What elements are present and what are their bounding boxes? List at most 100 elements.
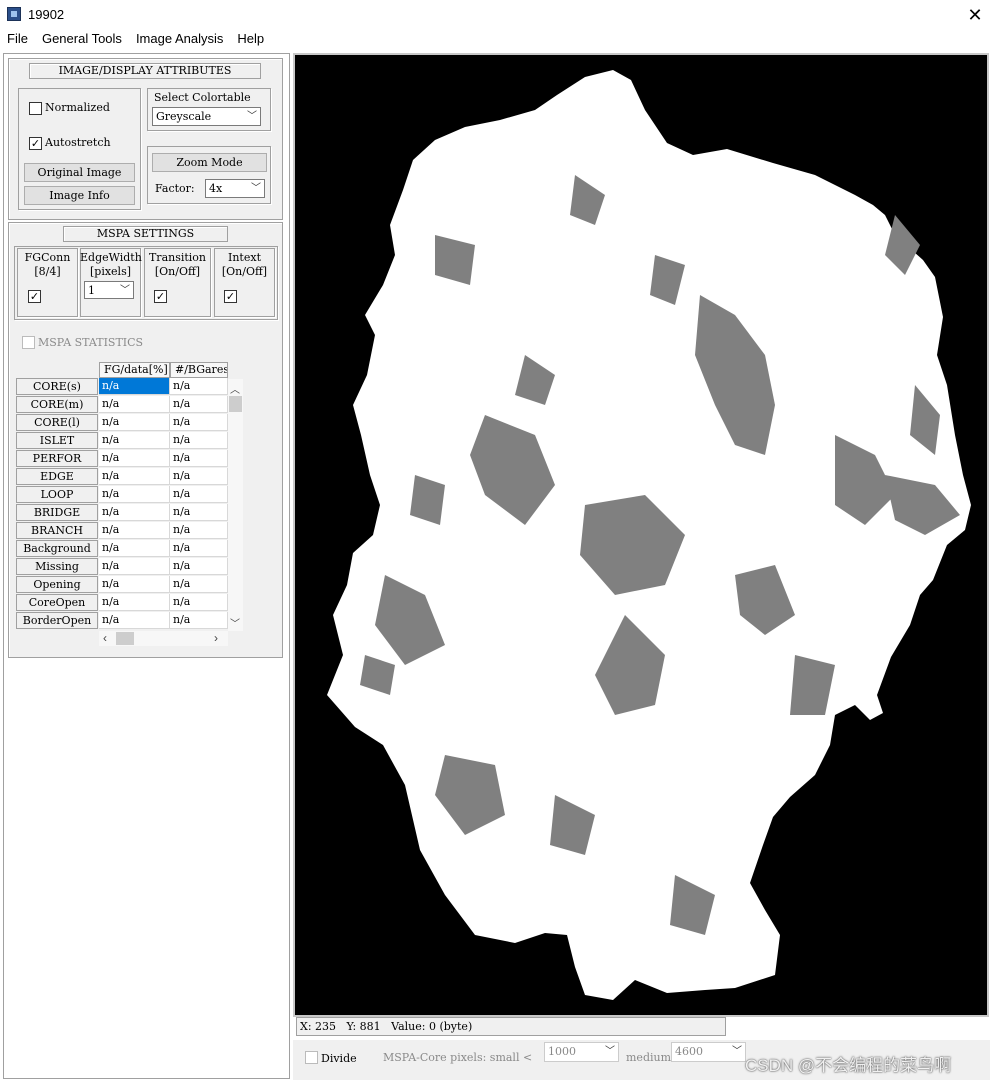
table-cell[interactable]: n/a [99,576,170,593]
x-label: X: [300,1020,312,1033]
autostretch-checkbox[interactable]: ✓ [29,137,42,150]
table-cell[interactable]: n/a [170,450,228,467]
table-cell[interactable]: n/a [99,468,170,485]
row-header: LOOP [16,486,98,503]
fgconn-label-line2: [8/4] [34,265,61,278]
pixel-value: 0 (byte) [428,1020,473,1033]
mspa-statistics-checkbox[interactable] [22,336,35,349]
chevron-down-icon[interactable]: ﹀ [230,615,240,630]
row-header: ISLET [16,432,98,449]
edgewidth-value: 1 [88,284,95,297]
menu-general-tools[interactable]: General Tools [35,30,129,50]
mspa-statistics-label: MSPA STATISTICS [38,336,144,349]
edgewidth-label: EdgeWidth [pixels] [80,251,142,279]
table-cell[interactable]: n/a [170,378,228,395]
table-cell[interactable]: n/a [170,540,228,557]
check-icon: ✓ [155,290,166,303]
table-horizontal-scrollbar[interactable]: ‹ › [99,631,228,646]
normalized-checkbox[interactable] [29,102,42,115]
zoom-mode-button[interactable]: Zoom Mode [152,153,267,172]
original-image-button[interactable]: Original Image [24,163,135,182]
transition-label-line2: [On/Off] [154,265,201,278]
chevron-down-icon: ﹀ [251,183,261,194]
table-cell[interactable]: n/a [99,540,170,557]
check-icon: ✓ [30,137,41,150]
table-cell[interactable]: n/a [99,450,170,467]
mspa-settings-header: MSPA SETTINGS [63,226,228,242]
table-cell[interactable]: n/a [170,594,228,611]
table-cell[interactable]: n/a [99,558,170,575]
menu-image-analysis[interactable]: Image Analysis [129,30,230,50]
watermark: CSDN @不会编程的菜鸟啊 [745,1056,952,1075]
display-attributes-header: IMAGE/DISPLAY ATTRIBUTES [29,63,261,79]
forest-map-image[interactable] [295,55,987,1015]
table-cell[interactable]: n/a [99,396,170,413]
window-title: 19902 [28,7,65,22]
horizontal-scroll-thumb[interactable] [116,632,134,645]
table-cell[interactable]: n/a [99,504,170,521]
table-cell[interactable]: n/a [170,486,228,503]
divide-checkbox[interactable] [305,1051,318,1064]
intext-label-line2: [On/Off] [221,265,268,278]
chevron-right-icon[interactable]: › [214,631,218,645]
intext-label: Intext [On/Off] [214,251,275,279]
fgconn-label: FGConn [8/4] [17,251,78,279]
chevron-down-icon: ﹀ [605,1046,615,1057]
menu-file[interactable]: File [0,30,35,50]
table-cell[interactable]: n/a [170,468,228,485]
table-cell[interactable]: n/a [170,522,228,539]
row-header: CORE(s) [16,378,98,395]
table-cell[interactable]: n/a [170,558,228,575]
colortable-select[interactable]: Greyscale ﹀ [152,107,261,126]
menu-help[interactable]: Help [230,30,271,50]
table-cell[interactable]: n/a [99,378,170,395]
chevron-up-icon[interactable]: ︿ [230,381,240,396]
intext-checkbox[interactable]: ✓ [224,290,237,303]
column-header-fg-data[interactable]: FG/data[%] [99,362,170,378]
transition-label-line1: Transition [148,251,207,264]
table-vertical-scrollbar[interactable]: ︿ ﹀ [228,379,243,631]
table-cell[interactable]: n/a [99,522,170,539]
table-cell[interactable]: n/a [170,432,228,449]
chevron-left-icon[interactable]: ‹ [103,631,107,645]
small-threshold-select[interactable]: 1000 ﹀ [544,1042,619,1062]
row-header: EDGE [16,468,98,485]
table-cell[interactable]: n/a [170,612,228,629]
menu-bar: File General Tools Image Analysis Help [0,30,990,50]
table-cell[interactable]: n/a [99,594,170,611]
table-cell[interactable]: n/a [170,504,228,521]
vertical-scroll-thumb[interactable] [229,396,242,412]
chevron-down-icon: ﹀ [120,285,130,296]
chevron-down-icon: ﹀ [247,111,257,122]
table-cell[interactable]: n/a [99,486,170,503]
normalized-label: Normalized [45,101,110,114]
intext-label-line1: Intext [228,251,261,264]
row-header: PERFOR [16,450,98,467]
medium-threshold-value: 4600 [675,1045,703,1058]
image-display[interactable] [293,53,989,1017]
table-cell[interactable]: n/a [99,432,170,449]
transition-checkbox[interactable]: ✓ [154,290,167,303]
close-icon: ✕ [967,5,983,25]
table-cell[interactable]: n/a [99,612,170,629]
edgewidth-select[interactable]: 1 ﹀ [84,281,134,299]
row-header: Background [16,540,98,557]
title-bar: 19902 ✕ [0,0,990,30]
table-cell[interactable]: n/a [170,396,228,413]
row-header: BRANCH [16,522,98,539]
medium-threshold-select[interactable]: 4600 ﹀ [671,1042,746,1062]
image-info-button[interactable]: Image Info [24,186,135,205]
fgconn-checkbox[interactable]: ✓ [28,290,41,303]
divide-label: Divide [321,1052,357,1065]
column-header-bg-areas[interactable]: #/BGares [170,362,228,378]
medium-label: medium [626,1051,672,1064]
y-value: 881 [359,1020,381,1033]
factor-value: 4x [209,182,223,195]
factor-label: Factor: [155,182,195,195]
factor-select[interactable]: 4x ﹀ [205,179,265,198]
table-cell[interactable]: n/a [99,414,170,431]
table-cell[interactable]: n/a [170,576,228,593]
close-button[interactable]: ✕ [960,2,990,28]
colortable-label: Select Colortable [154,91,251,104]
table-cell[interactable]: n/a [170,414,228,431]
